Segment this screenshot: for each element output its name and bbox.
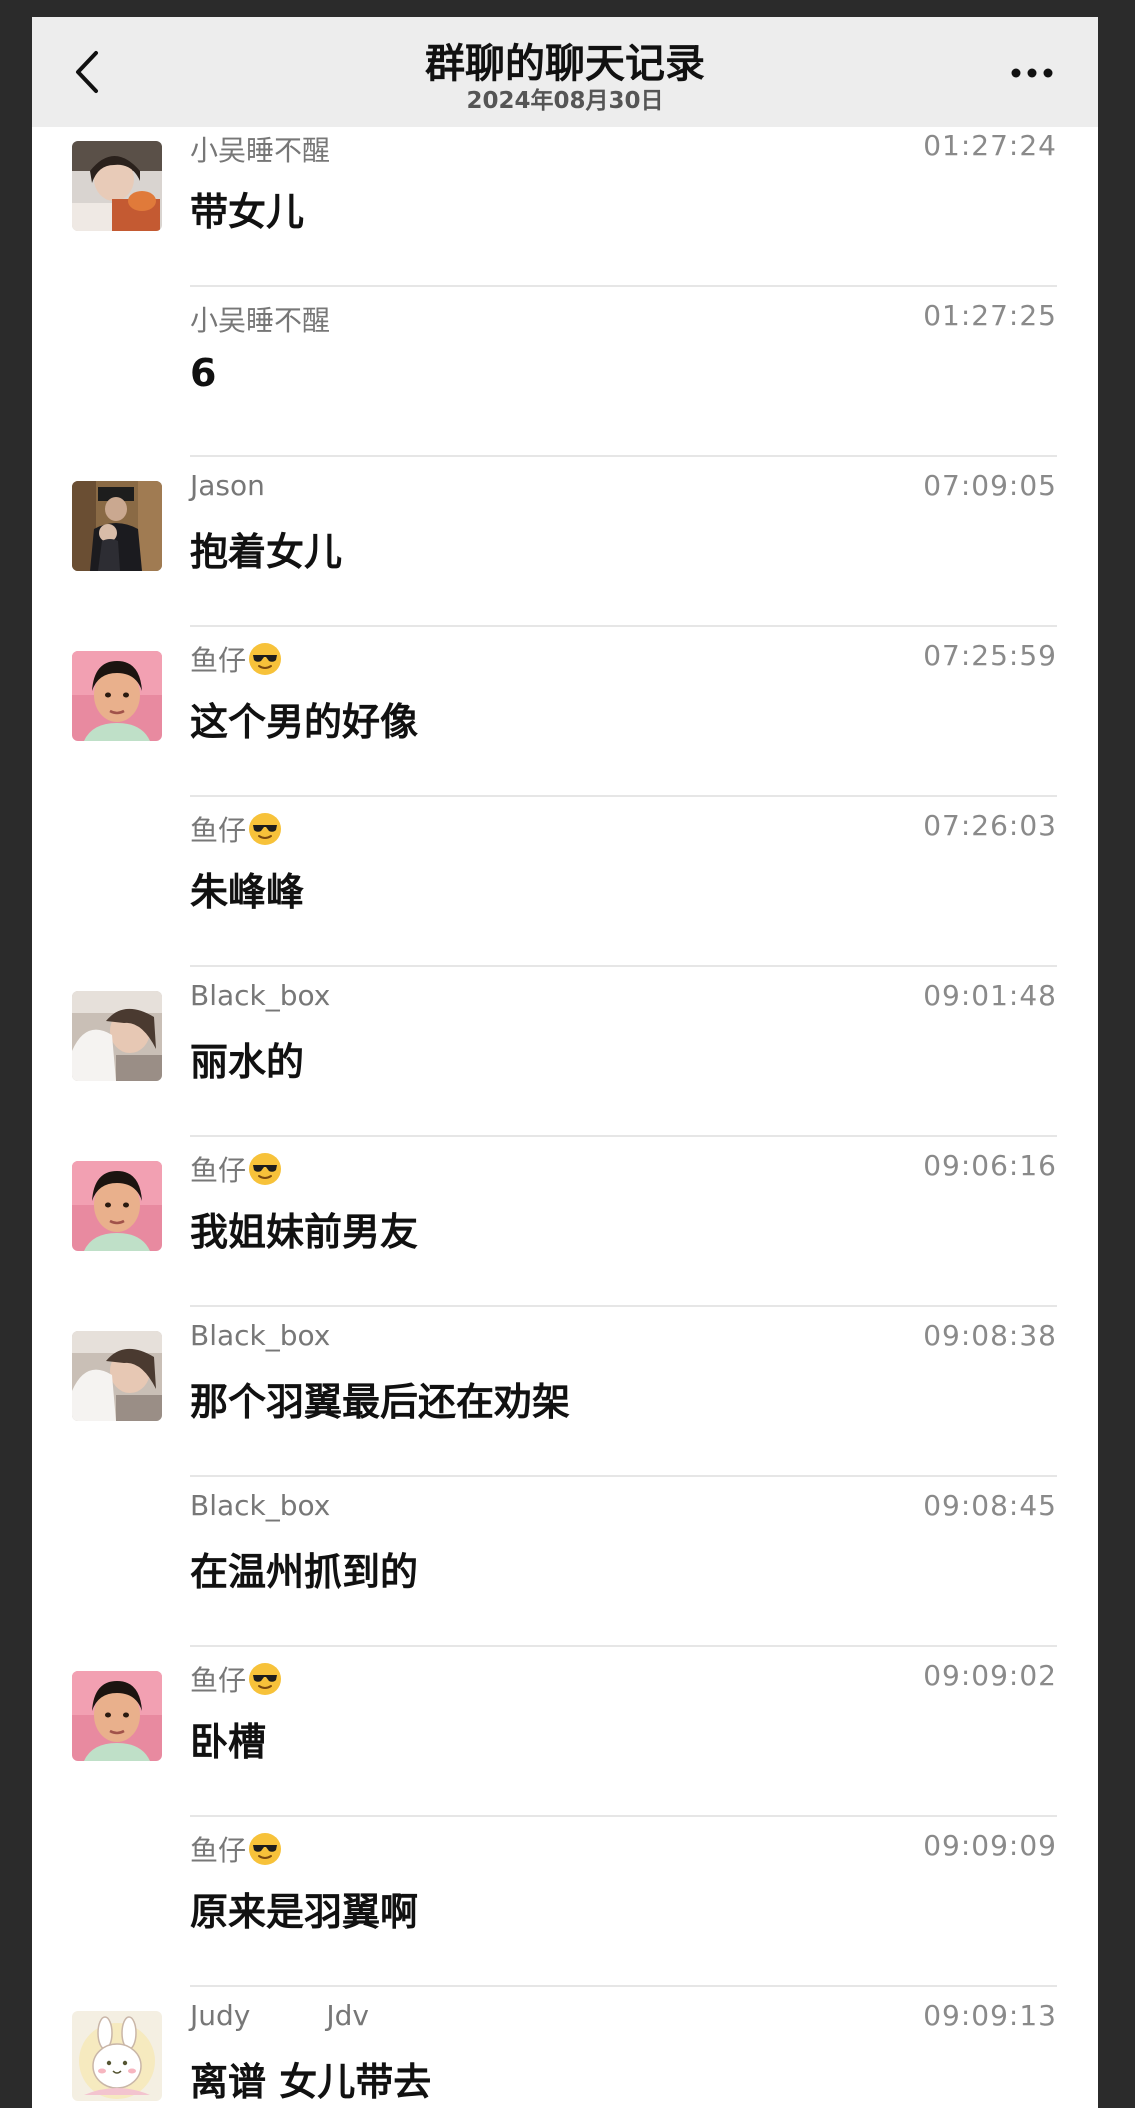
avatar[interactable] bbox=[72, 141, 162, 231]
message-item[interactable]: Black_box 09:01:48 丽水的 bbox=[32, 967, 1098, 1137]
sender-name-text: 鱼仔 bbox=[190, 644, 247, 677]
sender-name: 小吴睡不醒 bbox=[190, 129, 330, 169]
message-time: 07:09:05 bbox=[923, 469, 1057, 502]
message-item[interactable]: 鱼仔 07:26:03 朱峰峰 bbox=[32, 797, 1098, 967]
message-text: 原来是羽翼啊 bbox=[190, 1890, 419, 1934]
message-item[interactable]: Jason 07:09:05 抱着女儿 bbox=[32, 457, 1098, 627]
sender-name: Jason bbox=[190, 469, 265, 502]
message-time: 09:06:16 bbox=[923, 1149, 1057, 1182]
sender-name-text: 鱼仔 bbox=[190, 1664, 247, 1697]
message-item[interactable]: 鱼仔 09:09:02 卧槽 bbox=[32, 1647, 1098, 1817]
message-item[interactable]: 小吴睡不醒 01:27:24 带女儿 bbox=[32, 127, 1098, 287]
sender-name: 鱼仔 bbox=[190, 1829, 282, 1869]
sunglasses-emoji-icon bbox=[249, 1153, 282, 1185]
message-text: 朱峰峰 bbox=[190, 870, 305, 914]
message-time: 07:25:59 bbox=[923, 639, 1057, 672]
avatar[interactable] bbox=[72, 651, 162, 741]
avatar[interactable] bbox=[72, 991, 162, 1081]
message-text: 这个男的好像 bbox=[190, 700, 419, 744]
message-item[interactable]: Black_box 09:08:38 那个羽翼最后还在劝架 bbox=[32, 1307, 1098, 1477]
message-item[interactable]: Black_box 09:08:45 在温州抓到的 bbox=[32, 1477, 1098, 1647]
sender-name-text: 鱼仔 bbox=[190, 1154, 247, 1187]
sender-name-text: 鱼仔 bbox=[190, 814, 247, 847]
sunglasses-emoji-icon bbox=[249, 1833, 282, 1865]
message-time: 09:09:02 bbox=[923, 1659, 1057, 1692]
message-item[interactable]: 鱼仔 07:25:59 这个男的好像 bbox=[32, 627, 1098, 797]
sender-extra-text: Jdv bbox=[326, 1999, 369, 2032]
sunglasses-emoji-icon bbox=[249, 1663, 282, 1695]
message-item[interactable]: Judy Jdv 09:09:13 离谱 女儿带去 bbox=[32, 1987, 1098, 2108]
avatar[interactable] bbox=[72, 1671, 162, 1761]
avatar[interactable] bbox=[72, 1161, 162, 1251]
avatar[interactable] bbox=[72, 1331, 162, 1421]
message-text: 抱着女儿 bbox=[190, 530, 343, 574]
message-time: 09:09:09 bbox=[923, 1829, 1057, 1862]
message-text: 那个羽翼最后还在劝架 bbox=[190, 1380, 571, 1424]
sender-name-text: Judy bbox=[190, 1999, 251, 2032]
message-item[interactable]: 鱼仔 09:09:09 原来是羽翼啊 bbox=[32, 1817, 1098, 1987]
sender-name: 鱼仔 bbox=[190, 809, 282, 849]
chat-history-screen: 群聊的聊天记录 2024年08月30日 小吴睡不醒 01:27:24 带女儿 小吴睡不… bbox=[32, 17, 1098, 2108]
sender-name: 鱼仔 bbox=[190, 1149, 282, 1189]
message-time: 09:08:45 bbox=[923, 1489, 1057, 1522]
message-text: 丽水的 bbox=[190, 1040, 305, 1084]
message-text: 离谱 女儿带去 bbox=[190, 2060, 432, 2104]
avatar[interactable] bbox=[72, 2011, 162, 2101]
message-time: 09:01:48 bbox=[923, 979, 1057, 1012]
sender-name-text: 鱼仔 bbox=[190, 1834, 247, 1867]
message-time: 09:08:38 bbox=[923, 1319, 1057, 1352]
sender-name-text: 小吴睡不醒 bbox=[190, 304, 331, 337]
message-text: 我姐妹前男友 bbox=[190, 1210, 419, 1254]
message-list[interactable]: 小吴睡不醒 01:27:24 带女儿 小吴睡不醒 01:27:25 6 Jason 07:0… bbox=[32, 127, 1098, 2108]
message-item[interactable]: 小吴睡不醒 01:27:25 6 bbox=[32, 287, 1098, 457]
message-item[interactable]: 鱼仔 09:06:16 我姐妹前男友 bbox=[32, 1137, 1098, 1307]
message-text: 6 bbox=[190, 351, 217, 395]
message-text: 在温州抓到的 bbox=[190, 1550, 419, 1594]
sender-name-text: Black_box bbox=[190, 979, 331, 1012]
message-time: 01:27:24 bbox=[923, 129, 1057, 162]
sender-name: Judy Jdv bbox=[190, 1999, 369, 2032]
header-bar: 群聊的聊天记录 2024年08月30日 bbox=[32, 17, 1098, 127]
sender-name: 鱼仔 bbox=[190, 1659, 282, 1699]
message-text: 卧槽 bbox=[190, 1720, 267, 1764]
sender-name-text: Black_box bbox=[190, 1319, 331, 1352]
message-text: 带女儿 bbox=[190, 190, 305, 234]
sunglasses-emoji-icon bbox=[249, 813, 282, 845]
sender-name: Black_box bbox=[190, 1489, 330, 1522]
sender-name-text: Black_box bbox=[190, 1489, 331, 1522]
message-time: 07:26:03 bbox=[923, 809, 1057, 842]
sender-name-text: Jason bbox=[190, 469, 265, 502]
more-dots-icon[interactable] bbox=[1008, 63, 1056, 83]
avatar[interactable] bbox=[72, 481, 162, 571]
message-time: 01:27:25 bbox=[923, 299, 1057, 332]
sender-name: 小吴睡不醒 bbox=[190, 299, 330, 339]
message-time: 09:09:13 bbox=[923, 1999, 1057, 2032]
sunglasses-emoji-icon bbox=[249, 643, 282, 675]
chat-date: 2024年08月30日 bbox=[466, 88, 664, 114]
sender-name-text: 小吴睡不醒 bbox=[190, 134, 331, 167]
sender-name: Black_box bbox=[190, 979, 330, 1012]
sender-name: Black_box bbox=[190, 1319, 330, 1352]
sender-name: 鱼仔 bbox=[190, 639, 282, 679]
